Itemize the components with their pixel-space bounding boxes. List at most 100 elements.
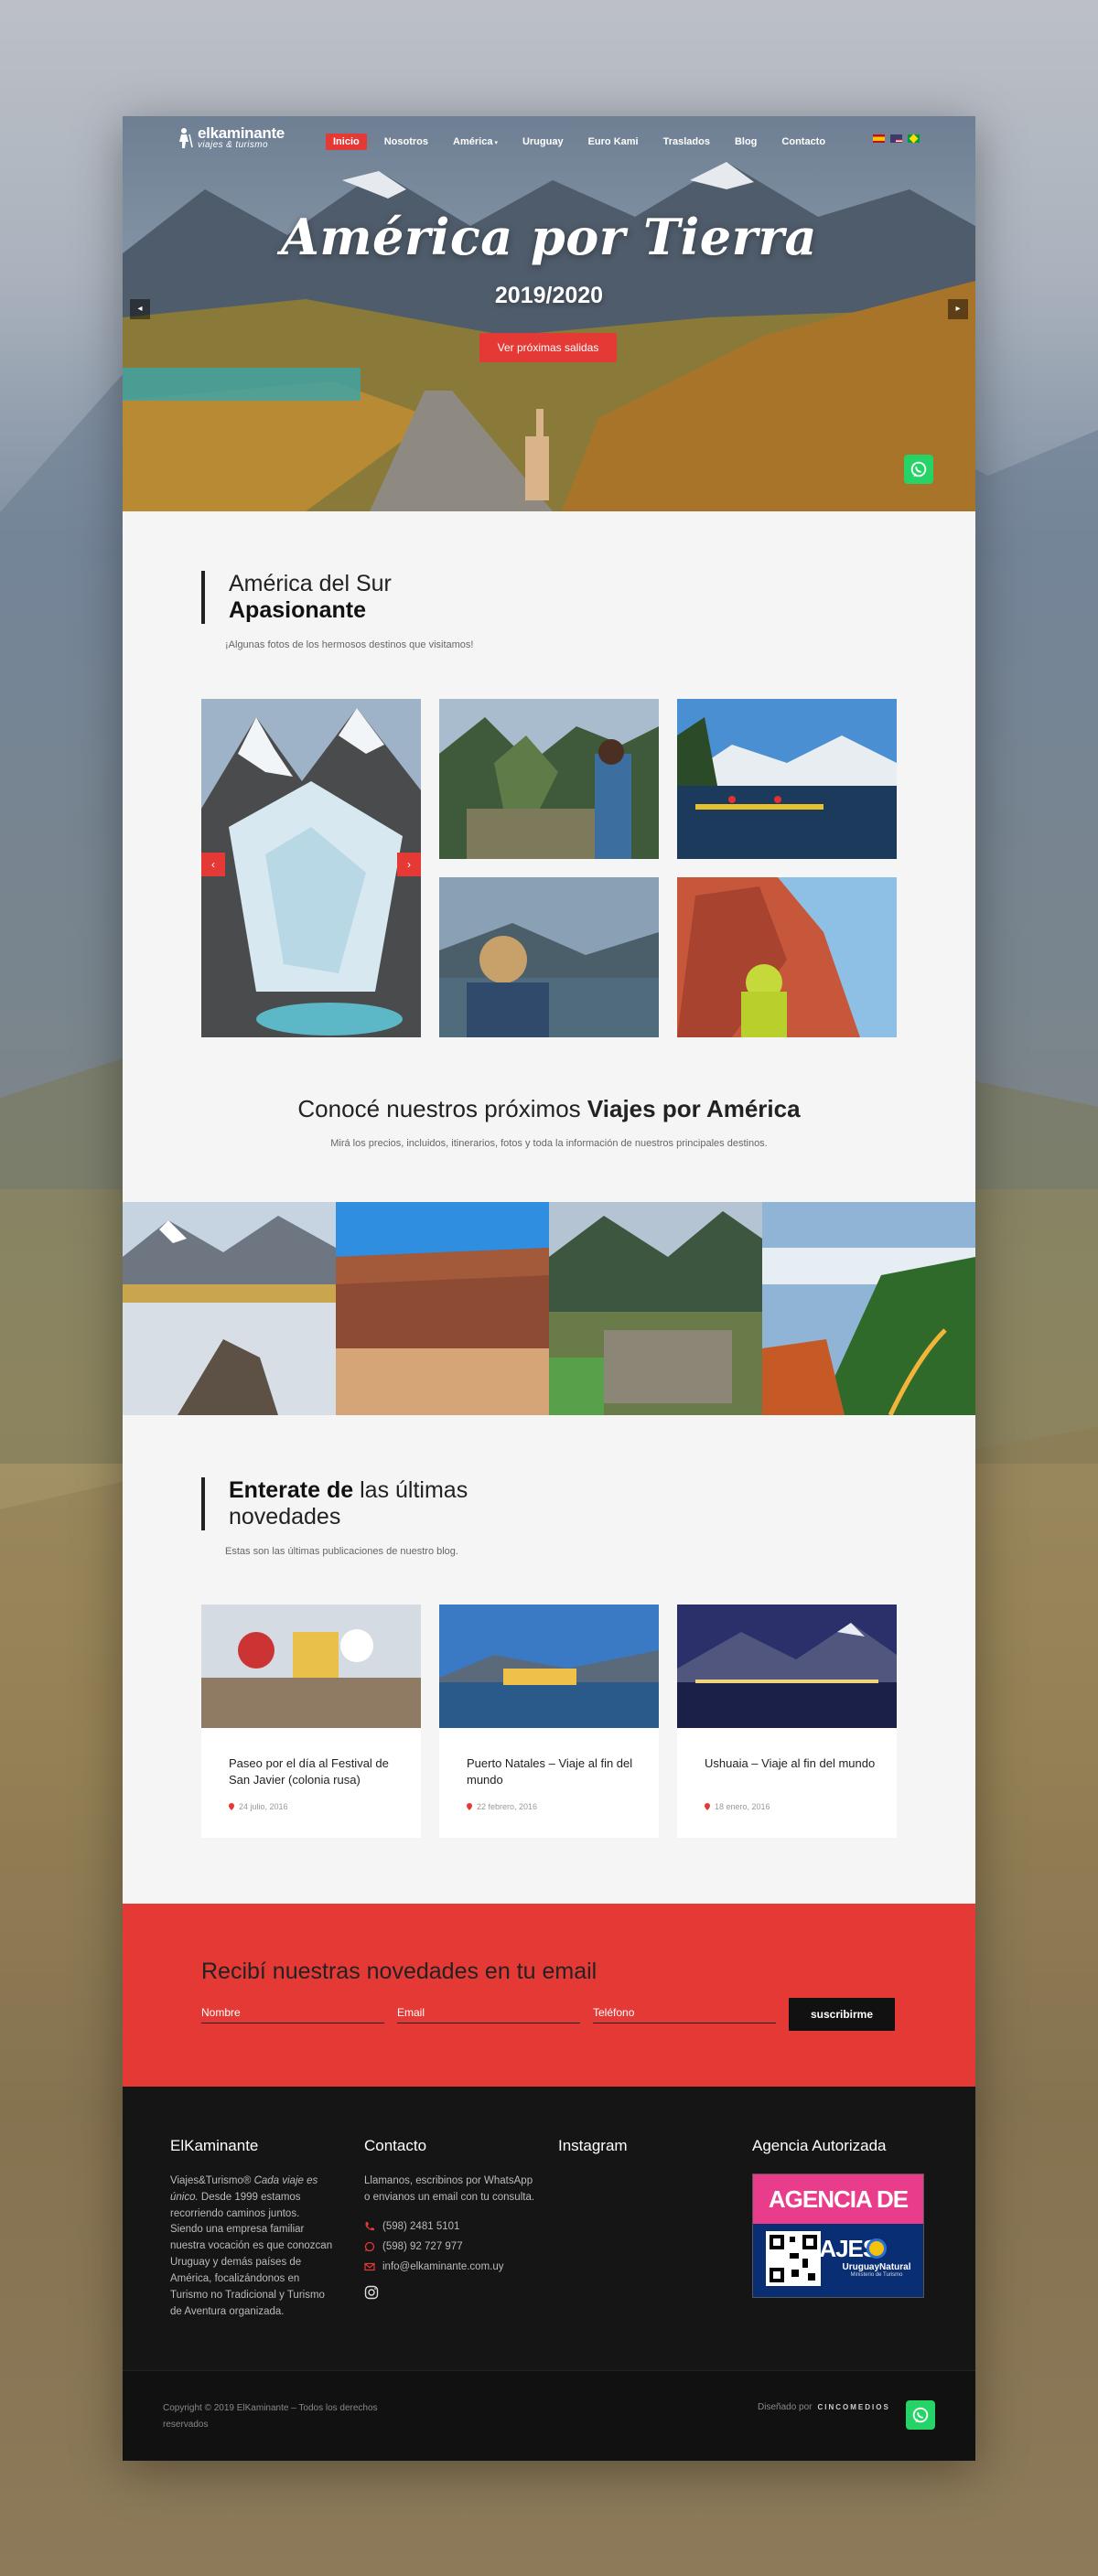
mail-icon [364,2262,375,2270]
footer-whatsapp[interactable]: (598) 92 727 977 [364,2241,538,2252]
name-field[interactable] [201,2002,384,2023]
blog-subtitle: Estas son las últimas publicaciones de n… [225,1546,458,1557]
footer-about: ElKaminante Viajes&Turismo® Cada viaje e… [170,2137,335,2320]
newsletter-title: Recibí nuestras novedades en tu email [201,1959,597,1984]
next-departures-button[interactable]: Ver próximas salidas [479,333,617,362]
footer-contact: Contacto Llamanos, escribinos por WhatsA… [364,2137,538,2300]
gallery-photo-glacier[interactable]: ‹ › [201,699,421,1037]
logo-name: elkaminante [198,124,285,142]
footer-phone-text: (598) 2481 5101 [382,2220,460,2232]
trips-subtitle: Mirá los precios, incluidos, itinerarios… [330,1138,768,1149]
hero-next-arrow-icon[interactable]: ▸ [948,299,968,319]
gallery-heading-light: América del Sur [229,571,392,596]
red-rocks-image [677,877,897,1037]
designed-by-label: Diseñado por [758,2402,813,2412]
phone-field[interactable] [593,2002,776,2023]
footer-email[interactable]: info@elkaminante.com.uy [364,2261,538,2272]
menu-item-america[interactable]: América ▾ [446,134,505,150]
uruguay-natural-logo: UruguayNatural Ministerio de Turismo [835,2238,918,2278]
instagram-icon [364,2285,379,2299]
trip-tile-machu-picchu[interactable] [549,1202,762,1415]
whatsapp-icon [912,2407,929,2423]
whatsapp-icon [910,461,927,478]
trips-title-light: Conocé nuestros próximos [297,1095,587,1122]
blog-card-image [439,1605,659,1728]
phone-icon [365,2221,374,2230]
gallery-next-icon[interactable]: › [397,853,421,876]
blog-card[interactable]: Ushuaia – Viaje al fin del mundo 18 ener… [677,1605,897,1838]
blog-card[interactable]: Puerto Natales – Viaje al fin del mundo … [439,1605,659,1838]
copyright: Copyright © 2019 ElKaminante – Todos los… [163,2403,378,2430]
trip-tile-canyon[interactable] [336,1202,549,1415]
footer-instagram: Instagram [558,2137,628,2174]
hero-image [123,116,975,511]
trip-tile-patagonia[interactable] [123,1202,336,1415]
email-field[interactable] [397,2002,580,2023]
kayak-lake-image [677,699,897,859]
location-pin-icon [229,1803,234,1810]
blog-heading: Enterate de las últimas novedades [201,1477,468,1530]
hero-prev-arrow-icon[interactable]: ◂ [130,299,150,319]
mountain-road-image [762,1202,975,1415]
trips-title: Conocé nuestros próximos Viajes por Amér… [123,1095,975,1123]
footer-whatsapp-text: (598) 92 727 977 [382,2240,463,2252]
footer: ElKaminante Viajes&Turismo® Cada viaje e… [123,2087,975,2461]
language-switcher [873,134,920,144]
gallery-photo-woman-lake[interactable] [439,877,659,1037]
footer-phone[interactable]: (598) 2481 5101 [364,2221,538,2232]
blog-card-title[interactable]: Paseo por el día al Festival de San Javi… [229,1755,403,1788]
patagonia-image [123,1202,336,1415]
main-menu: Inicio Nosotros América ▾ Uruguay Euro Ka… [326,134,843,150]
gallery-heading-bold: Apasionante [229,596,367,623]
blog-card-title[interactable]: Puerto Natales – Viaje al fin del mundo [467,1755,640,1788]
authorized-agency-badge[interactable]: AGENCIA DE VIAJES UruguayNatural Ministe… [752,2174,924,2298]
logo-tagline: viajes & turismo [198,140,268,150]
blog-card-date-text: 24 julio, 2016 [239,1802,288,1811]
es-flag-icon[interactable] [873,134,885,143]
blog-heading-bold: Enterate de [229,1477,354,1503]
footer-brand: Viajes&Turismo® [170,2175,252,2186]
whatsapp-button[interactable] [906,2400,935,2430]
footer-instagram-link[interactable] [364,2285,538,2300]
gallery-photo-kayak-lake[interactable] [677,699,897,859]
footer-about-title: ElKaminante [170,2137,259,2154]
designer-name: CINCOMEDIOS [817,2403,890,2411]
gallery-prev-icon[interactable]: ‹ [201,853,225,876]
menu-item-blog[interactable]: Blog [727,134,764,150]
menu-item-traslados[interactable]: Traslados [656,134,717,150]
badge-subtitle: Ministerio de Turismo [850,2272,903,2278]
hero-years: 2019/2020 [494,283,604,308]
gallery-photo-machu-picchu[interactable] [439,699,659,859]
footer-agency: Agencia Autorizada AGENCIA DE VIAJES Uru… [752,2137,924,2298]
gallery-photo-red-rocks[interactable] [677,877,897,1037]
whatsapp-button[interactable] [904,455,933,484]
site-logo[interactable]: elkaminante viajes & turismo [174,125,285,150]
en-flag-icon[interactable] [890,134,902,143]
gallery-heading: América del Sur Apasionante [201,571,392,624]
blog-card-date: 24 julio, 2016 [229,1802,288,1811]
footer-email-text: info@elkaminante.com.uy [382,2260,504,2272]
gallery-subtitle: ¡Algunas fotos de los hermosos destinos … [225,639,474,650]
menu-item-contacto[interactable]: Contacto [774,134,833,150]
designer-credit[interactable]: Diseñado por CINCOMEDIOS [758,2402,890,2412]
blog-card-date: 22 febrero, 2016 [467,1802,537,1811]
menu-item-nosotros[interactable]: Nosotros [377,134,436,150]
badge-title: AGENCIA DE VIAJES [753,2174,923,2262]
menu-item-uruguay[interactable]: Uruguay [515,134,571,150]
chevron-down-icon: ▾ [494,140,498,146]
menu-item-euro-kami[interactable]: Euro Kami [581,134,646,150]
blog-card[interactable]: Paseo por el día al Festival de San Javi… [201,1605,421,1838]
website-page: elkaminante viajes & turismo Inicio Noso… [123,116,975,2461]
subscribe-button[interactable]: suscribirme [789,1998,895,2031]
footer-contact-text: Llamanos, escribinos por WhatsApp o envi… [364,2175,535,2203]
glacier-image [201,699,421,1037]
top-navigation: elkaminante viajes & turismo Inicio Noso… [123,116,975,171]
menu-item-inicio[interactable]: Inicio [326,134,367,150]
trip-tile-mountain-road[interactable] [762,1202,975,1415]
qr-code-icon [766,2231,821,2286]
footer-about-text: Viajes&Turismo® Cada viaje es único. Des… [170,2174,335,2320]
blog-card-title[interactable]: Ushuaia – Viaje al fin del mundo [705,1755,878,1772]
hiker-logo-icon [179,127,193,148]
trips-title-bold: Viajes por América [587,1095,801,1122]
pt-flag-icon[interactable] [908,134,920,144]
